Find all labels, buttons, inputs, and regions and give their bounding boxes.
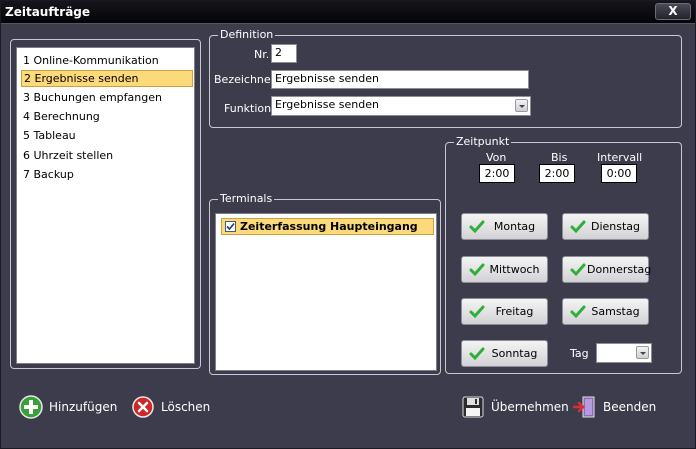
day-button-label: Donnerstag bbox=[587, 263, 652, 276]
job-item-buchungen-empfangen[interactable]: 3 Buchungen empfangen bbox=[21, 90, 162, 107]
day-button-mittwoch[interactable]: Mittwoch bbox=[461, 256, 548, 283]
checkmark-icon bbox=[226, 222, 235, 231]
day-button-dienstag[interactable]: Dienstag bbox=[562, 213, 649, 240]
exit-button[interactable]: Beenden bbox=[573, 395, 663, 421]
green-check-icon bbox=[570, 263, 586, 277]
terminal-item-zeiterfassung-haupteingang[interactable]: Zeiterfassung Haupteingang bbox=[221, 218, 434, 235]
zeitpunkt-panel: Zeitpunkt Von 2:00 Bis 2:00 Intervall 0:… bbox=[445, 135, 682, 374]
day-button-label: Montag bbox=[493, 220, 536, 233]
day-button-montag[interactable]: Montag bbox=[461, 213, 548, 240]
terminals-list[interactable]: Zeiterfassung Haupteingang bbox=[215, 213, 437, 371]
bis-label: Bis bbox=[551, 151, 568, 164]
day-button-label: Samstag bbox=[591, 305, 640, 318]
apply-button[interactable]: Übernehmen bbox=[461, 395, 569, 421]
green-check-icon bbox=[469, 263, 485, 277]
day-button-samstag[interactable]: Samstag bbox=[562, 298, 649, 325]
green-check-icon bbox=[469, 347, 485, 361]
job-item-ergebnisse-senden[interactable]: 2 Ergebnisse senden bbox=[21, 70, 193, 87]
job-list[interactable]: 1 Online-Kommunikation 2 Ergebnisse send… bbox=[16, 47, 195, 364]
exit-button-label: Beenden bbox=[603, 400, 657, 414]
bezeichner-field[interactable]: Ergebnisse senden bbox=[271, 70, 529, 89]
green-check-icon bbox=[570, 220, 586, 234]
close-button[interactable]: X bbox=[655, 3, 691, 20]
day-button-freitag[interactable]: Freitag bbox=[461, 298, 548, 325]
title-bar[interactable]: Zeitaufträge X bbox=[1, 1, 695, 24]
terminal-item-label: Zeiterfassung Haupteingang bbox=[240, 220, 418, 233]
day-button-label: Sonntag bbox=[491, 347, 538, 360]
delete-button-label: Löschen bbox=[161, 400, 211, 414]
nr-label: Nr. bbox=[254, 48, 270, 61]
job-list-panel: 1 Online-Kommunikation 2 Ergebnisse send… bbox=[10, 39, 201, 369]
day-button-label: Dienstag bbox=[590, 220, 641, 233]
green-check-icon bbox=[570, 305, 586, 319]
apply-button-label: Übernehmen bbox=[491, 400, 569, 414]
chevron-down-icon[interactable] bbox=[515, 99, 528, 112]
green-check-icon bbox=[469, 220, 485, 234]
day-button-donnerstag[interactable]: Donnerstag bbox=[562, 256, 652, 283]
intervall-time-field[interactable]: 0:00 bbox=[601, 164, 637, 183]
von-label: Von bbox=[486, 151, 507, 164]
von-time-field[interactable]: 2:00 bbox=[479, 164, 515, 183]
delete-icon bbox=[132, 396, 154, 418]
plus-icon bbox=[19, 395, 43, 419]
day-button-label: Freitag bbox=[495, 305, 534, 318]
funktion-select-value: Ergebnisse senden bbox=[275, 98, 379, 111]
terminals-legend: Terminals bbox=[218, 192, 275, 205]
definition-legend: Definition bbox=[218, 28, 276, 41]
window-title: Zeitaufträge bbox=[5, 5, 91, 19]
bezeichner-label: Bezeichner bbox=[214, 73, 276, 86]
green-check-icon bbox=[469, 305, 485, 319]
add-button-label: Hinzufügen bbox=[49, 400, 118, 414]
nr-field[interactable]: 2 bbox=[271, 44, 297, 63]
zeitpunkt-legend: Zeitpunkt bbox=[454, 135, 512, 148]
add-button[interactable]: Hinzufügen bbox=[19, 395, 119, 421]
chevron-down-icon[interactable] bbox=[636, 346, 649, 359]
terminal-checkbox[interactable] bbox=[225, 221, 236, 232]
job-item-uhrzeit-stellen[interactable]: 6 Uhrzeit stellen bbox=[21, 148, 113, 165]
job-item-berechnung[interactable]: 4 Berechnung bbox=[21, 109, 100, 126]
zeitauftraege-window: Zeitaufträge X 1 Online-Kommunikation 2 … bbox=[0, 0, 696, 449]
save-disk-icon bbox=[462, 396, 484, 418]
exit-door-icon bbox=[573, 396, 595, 418]
intervall-label: Intervall bbox=[597, 151, 643, 164]
job-item-backup[interactable]: 7 Backup bbox=[21, 167, 74, 184]
day-button-label: Mittwoch bbox=[489, 263, 540, 276]
day-button-sonntag[interactable]: Sonntag bbox=[461, 340, 548, 367]
delete-button[interactable]: Löschen bbox=[131, 395, 221, 421]
definition-panel: Definition Nr. 2 Bezeichner Ergebnisse s… bbox=[209, 28, 682, 128]
tag-label: Tag bbox=[570, 347, 589, 360]
funktion-label: Funktion bbox=[224, 102, 272, 115]
funktion-select[interactable]: Ergebnisse senden bbox=[271, 96, 531, 116]
job-item-tableau[interactable]: 5 Tableau bbox=[21, 128, 76, 145]
terminals-panel: Terminals Zeiterfassung Haupteingang bbox=[209, 192, 441, 375]
bis-time-field[interactable]: 2:00 bbox=[539, 164, 575, 183]
tag-select[interactable] bbox=[596, 343, 652, 363]
job-item-online-kommunikation[interactable]: 1 Online-Kommunikation bbox=[21, 53, 159, 70]
